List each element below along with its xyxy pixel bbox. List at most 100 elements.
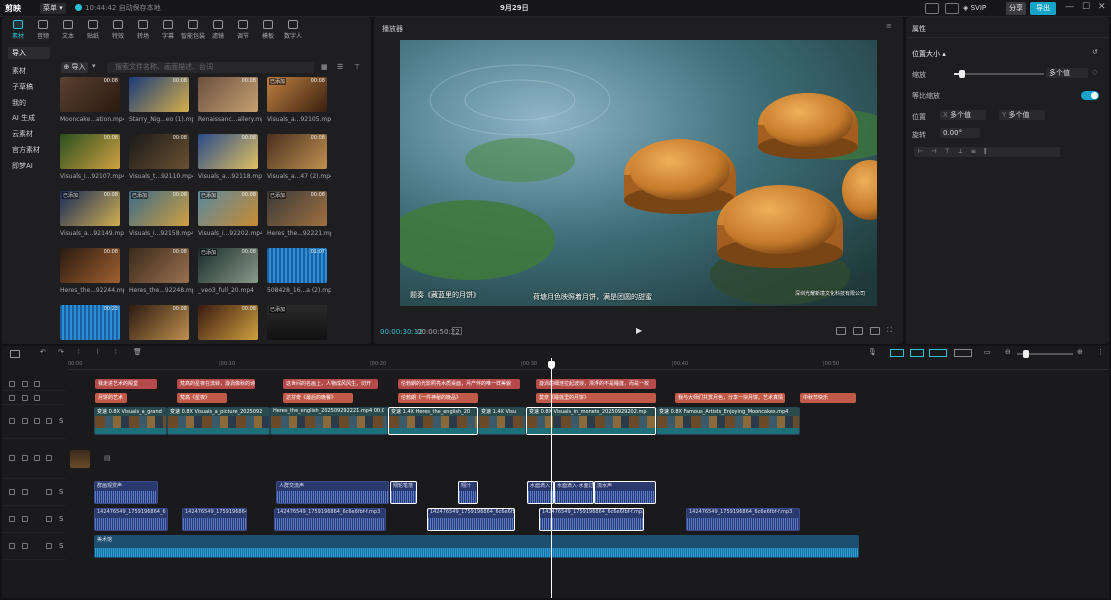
media-thumbnail[interactable]: 00:08 — [129, 305, 189, 340]
player-menu-icon[interactable]: ≡ — [886, 22, 892, 30]
sidebar-item-0[interactable]: 导入 — [8, 47, 50, 59]
audio-clip[interactable]: 142476549_1759196864_6c6e6fbf-f.mp3 — [686, 508, 800, 531]
text-clip[interactable]: 梵高的星夜在流转，漩涡像秋的诗 — [177, 379, 255, 389]
filter-icon[interactable]: ⊤ — [354, 63, 360, 71]
video-preview[interactable]: 题奏《藏蓝里的月饼》 荷塘月色映照着月饼，满是团圆的甜蜜 深圳光耀新境文化科技有… — [400, 40, 877, 306]
sort-icon[interactable]: ☰ — [337, 63, 343, 71]
text-clip[interactable]: 伦勃朗《一件神秘的晚品》 — [398, 393, 478, 403]
position-y-field[interactable]: Y 多个值 — [999, 110, 1045, 120]
toolbar-item-6[interactable]: 字幕 — [156, 20, 180, 40]
video-clip[interactable]: 变速 0.8X Visuals_a_picture_2025092 — [167, 407, 270, 435]
audio-clip[interactable]: 水面滴入·水面过滤 — [554, 481, 594, 504]
import-dropdown-icon[interactable]: ▾ — [92, 62, 96, 70]
media-thumbnail[interactable]: 已添加 00:08 — [198, 191, 258, 226]
media-thumbnail[interactable]: 已添加 00:08 — [267, 191, 327, 226]
text-clip[interactable]: 月饼的艺术 — [95, 393, 127, 403]
layout-icon[interactable] — [925, 3, 939, 14]
video-clip[interactable]: 变速 1.4X Heres_the_english_20 — [388, 407, 478, 435]
keyboard-icon[interactable] — [945, 3, 959, 14]
sidebar-item-4[interactable]: AI 生成 — [8, 112, 50, 124]
toolbar-item-8[interactable]: 滤镜 — [206, 20, 230, 40]
audio-clip[interactable]: 流水声 — [594, 481, 656, 504]
media-thumbnail[interactable]: 已添加 00:08 — [198, 248, 258, 283]
media-thumbnail[interactable]: 已添加 — [267, 305, 327, 340]
video-clip[interactable]: Heres_the_english_202509292221.mp4 00:00… — [270, 407, 388, 435]
properties-tab[interactable]: 属性 — [912, 24, 926, 34]
playhead-handle[interactable] — [548, 361, 555, 369]
position-size-section[interactable]: 位置大小 ▴ — [912, 49, 946, 59]
menu-button[interactable]: 菜单 ▾ — [40, 3, 66, 14]
text-clip[interactable]: 中秋节快乐 — [800, 393, 856, 403]
media-thumbnail[interactable]: 00:08 — [129, 77, 189, 112]
sidebar-item-3[interactable]: 我的 — [8, 97, 50, 109]
sidebar-item-6[interactable]: 官方素材 — [8, 144, 50, 156]
play-button[interactable]: ▶ — [636, 326, 642, 335]
export-button[interactable]: 导出 — [1030, 2, 1056, 15]
text-clip[interactable]: 梵高《星夜》 — [177, 393, 227, 403]
close-icon[interactable]: ✕ — [1098, 2, 1106, 12]
share-button[interactable]: 分享 — [1006, 2, 1026, 15]
fullscreen-icon[interactable]: ⛶ — [887, 326, 892, 335]
toolbar-item-7[interactable]: 智能包装 — [181, 20, 205, 40]
media-thumbnail[interactable]: 00:08 — [129, 134, 189, 169]
toolbar-item-11[interactable]: 数字人 — [281, 20, 305, 40]
sidebar-item-2[interactable]: 子草稿 — [8, 81, 50, 93]
slider-thumb[interactable] — [959, 70, 965, 78]
media-thumbnail[interactable]: 00:08 — [60, 77, 120, 112]
grid-view-icon[interactable]: ▦ — [321, 63, 328, 71]
media-thumbnail[interactable]: 已添加 00:08 — [60, 191, 120, 226]
audio-clip[interactable]: 人群交流声 — [276, 481, 389, 504]
screenshot-icon[interactable] — [853, 327, 863, 335]
media-thumbnail[interactable]: 已添加 00:08 — [129, 191, 189, 226]
audio-clip[interactable]: 142476549_1759196864_6c6e6fbf-f.mp3 — [427, 508, 515, 531]
reset-icon[interactable]: ↺ — [1092, 48, 1098, 56]
sidebar-item-5[interactable]: 云素材 — [8, 128, 50, 140]
audio-clip[interactable]: 142476549_1759196864_6 — [94, 508, 168, 531]
media-thumbnail[interactable]: 00:08 — [198, 305, 258, 340]
search-input[interactable]: 搜索文件名称、画面描述、台词 — [107, 62, 314, 73]
media-thumbnail[interactable]: 00:08 — [198, 77, 258, 112]
position-x-field[interactable]: X 多个值 — [940, 110, 986, 120]
uniform-scale-toggle[interactable] — [1081, 91, 1099, 100]
text-clip[interactable]: 漩涡的细涟拉起波浪，漂浮的不是睡莲，而是一枚 — [536, 379, 656, 389]
audio-clip[interactable]: 142476549_1759196864_6c6e6fbf-f.mp3 — [539, 508, 644, 531]
toolbar-item-2[interactable]: 文本 — [56, 20, 80, 40]
audio-clip[interactable]: 142476549_1759196864_6 — [182, 508, 247, 531]
audio-clip[interactable]: 水面滴入 — [527, 481, 554, 504]
toolbar-item-5[interactable]: 转场 — [131, 20, 155, 40]
ratio-icon[interactable] — [836, 327, 846, 335]
scale-slider[interactable] — [954, 70, 1044, 78]
align-toolbar[interactable]: ⊢⊣⊤⊥≡‖ — [914, 147, 1060, 157]
text-clip[interactable]: 达芬奇《最后的晚餐》 — [283, 393, 353, 403]
video-clip[interactable]: 变速 1.4X Visu — [478, 407, 526, 435]
media-thumbnail[interactable]: 00:08 — [198, 134, 258, 169]
text-clip[interactable]: 这世间的名画上，人物成风风生，切开 — [283, 379, 378, 389]
playhead[interactable] — [551, 358, 552, 598]
toolbar-item-3[interactable]: 贴纸 — [81, 20, 105, 40]
overlay-clip[interactable] — [70, 450, 90, 468]
toolbar-item-1[interactable]: 音频 — [31, 20, 55, 40]
keyframe-icon[interactable]: ◇ — [1092, 68, 1097, 76]
video-clip[interactable]: 变速 0.8X Famous_Artists_Enjoying_Mooncake… — [656, 407, 800, 435]
media-thumbnail[interactable]: 00:08 — [267, 134, 327, 169]
svip-badge[interactable]: ◈ SVIP — [963, 3, 986, 14]
toolbar-item-0[interactable]: 素材 — [6, 20, 30, 40]
media-thumbnail[interactable]: 已添加 00:08 — [267, 77, 327, 112]
media-thumbnail[interactable]: 00:08 — [129, 248, 189, 283]
media-thumbnail[interactable]: 00:23 — [60, 305, 120, 340]
sidebar-item-7[interactable]: 即梦AI — [8, 160, 50, 172]
text-clip[interactable]: 莫奈《睡莲里的月饼》 — [536, 393, 656, 403]
text-clip[interactable]: 我走进艺术的殿堂 — [95, 379, 157, 389]
minimize-icon[interactable]: — — [1065, 2, 1074, 12]
toolbar-item-10[interactable]: 模板 — [256, 20, 280, 40]
media-thumbnail[interactable]: 00:08 — [60, 134, 120, 169]
sidebar-item-1[interactable]: 素材 — [8, 65, 50, 77]
text-clip[interactable]: 伦勃朗的光影照亮木质桌面，月产伴的唯一样美貌 — [398, 379, 520, 389]
text-clip[interactable]: 我与大师们共赏月色，分享一块月饼。艺术真情 — [675, 393, 785, 403]
audio-clip[interactable]: 翔轮笔落 — [390, 481, 417, 504]
resolution-icon[interactable] — [870, 327, 880, 335]
timecode-icon[interactable] — [452, 327, 462, 335]
scale-value[interactable]: 多个值 — [1046, 68, 1088, 78]
audio-clip[interactable]: 翔汁 — [458, 481, 478, 504]
toolbar-item-4[interactable]: 特效 — [106, 20, 130, 40]
